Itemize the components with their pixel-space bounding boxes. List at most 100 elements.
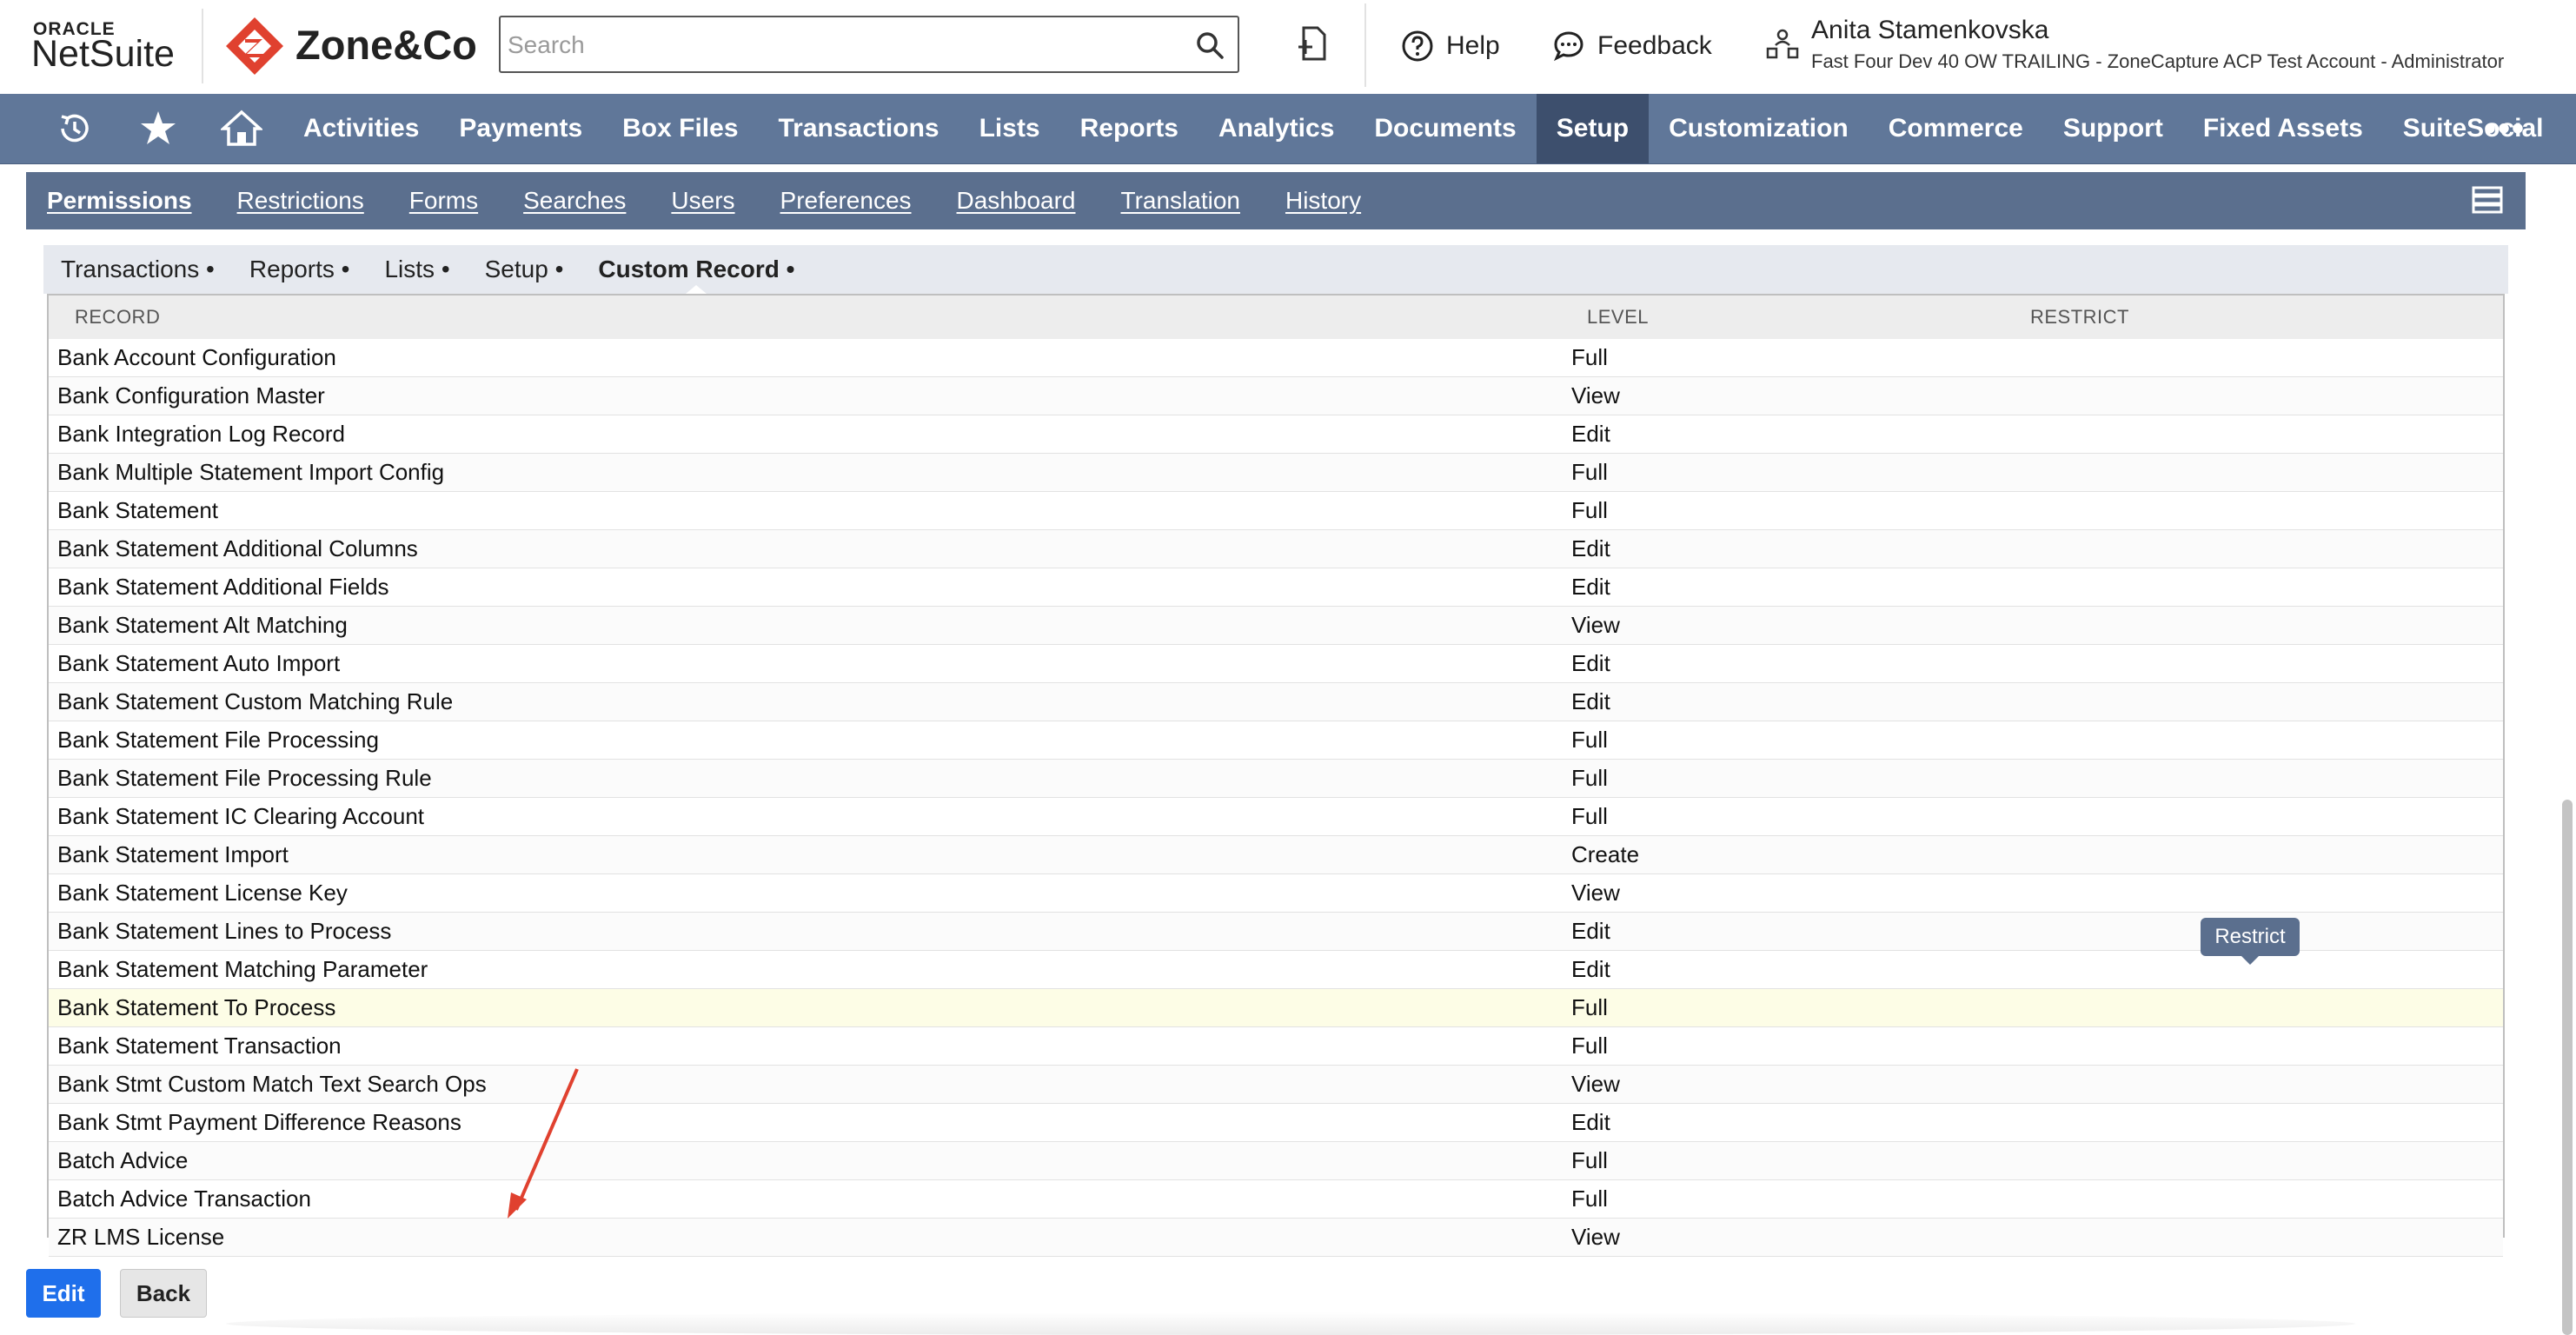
tab-reports[interactable]: Reports • [249,245,350,294]
table-row[interactable]: Bank Statement Custom Matching Rule Edit [49,683,2503,721]
nav-item-analytics[interactable]: Analytics [1198,94,1354,163]
nav-item-reports[interactable]: Reports [1060,94,1198,163]
subnav-item-history[interactable]: History [1285,172,1361,229]
permission-level-cell: Edit [1571,918,1610,944]
nav-item-activities[interactable]: Activities [283,94,439,163]
permission-level-cell: Full [1571,765,1608,791]
logo-divider [202,9,203,83]
top-header: ORACLE NetSuite Zone&Co Help Feedback [0,0,2576,94]
nav-item-fixed-assets[interactable]: Fixed Assets [2183,94,2383,163]
table-row[interactable]: Bank Statement File Processing Full [49,721,2503,760]
table-row[interactable]: Bank Statement Additional Columns Edit [49,530,2503,568]
record-name-cell: Bank Statement Auto Import [57,650,341,676]
help-link[interactable]: Help [1401,26,1500,66]
header-divider [1364,3,1366,87]
table-row[interactable]: Bank Statement Matching Parameter Edit [49,951,2503,989]
permission-level-cell: Edit [1571,956,1610,982]
create-new-record-icon[interactable] [1293,24,1333,64]
subnav-item-searches[interactable]: Searches [523,172,626,229]
table-row[interactable]: Bank Statement Full [49,492,2503,530]
home-icon[interactable] [221,108,262,149]
nav-item-documents[interactable]: Documents [1354,94,1536,163]
nav-item-customization[interactable]: Customization [1649,94,1869,163]
column-header-level[interactable]: LEVEL [1587,296,1649,339]
user-account-role[interactable]: Fast Four Dev 40 OW TRAILING - ZoneCaptu… [1811,50,2504,73]
tab-lists[interactable]: Lists • [384,245,449,294]
tab-custom-record[interactable]: Custom Record • [598,245,794,294]
table-row[interactable]: Bank Statement To Process Full [49,989,2503,1027]
subnav-item-permissions[interactable]: Permissions [47,172,192,229]
table-row[interactable]: Bank Stmt Custom Match Text Search Ops Vi… [49,1066,2503,1104]
record-name-cell: Bank Statement Transaction [57,1033,342,1059]
table-row[interactable]: ZR LMS License View [49,1219,2503,1257]
page-scrollbar[interactable] [2562,800,2573,1335]
record-name-cell: Bank Statement To Process [57,994,336,1020]
subnav-item-dashboard[interactable]: Dashboard [957,172,1076,229]
nav-item-suitesocial[interactable]: SuiteSocial [2383,94,2564,163]
record-name-cell: ZR LMS License [57,1224,225,1250]
table-row[interactable]: Bank Account Configuration Full [49,339,2503,377]
permission-level-cell: Full [1571,727,1608,753]
search-icon[interactable] [1194,30,1225,61]
subnav-item-translation[interactable]: Translation [1121,172,1240,229]
nav-item-commerce[interactable]: Commerce [1869,94,2043,163]
search-input[interactable] [506,24,1170,66]
back-button[interactable]: Back [120,1269,207,1318]
nav-item-payments[interactable]: Payments [439,94,602,163]
table-row[interactable]: Bank Statement File Processing Rule Full [49,760,2503,798]
table-row[interactable]: Bank Stmt Payment Difference Reasons Edit [49,1104,2503,1142]
permission-level-cell: Edit [1571,535,1610,561]
table-row[interactable]: Bank Statement Transaction Full [49,1027,2503,1066]
table-row[interactable]: Bank Multiple Statement Import Config Ful… [49,454,2503,492]
table-row[interactable]: Bank Statement IC Clearing Account Full [49,798,2503,836]
record-name-cell: Bank Statement [57,497,218,523]
record-name-cell: Bank Statement File Processing Rule [57,765,432,791]
edit-button[interactable]: Edit [26,1269,101,1318]
table-row[interactable]: Bank Statement Import Create [49,836,2503,874]
record-name-cell: Bank Statement Additional Fields [57,574,389,600]
table-row[interactable]: Bank Configuration Master View [49,377,2503,415]
feedback-link[interactable]: Feedback [1552,26,1712,66]
column-header-record[interactable]: RECORD [75,296,160,339]
column-header-restrict[interactable]: RESTRICT [2030,296,2129,339]
global-search[interactable] [499,16,1239,73]
list-view-icon[interactable] [2472,184,2503,216]
record-name-cell: Bank Statement Alt Matching [57,612,348,638]
tab-setup[interactable]: Setup • [485,245,564,294]
more-menu-button[interactable]: ••• [2484,111,2526,146]
sub-navigation: Permissions Restrictions Forms Searches User… [26,172,2526,229]
table-row[interactable]: Bank Statement License Key View [49,874,2503,913]
help-icon [1402,30,1433,62]
subnav-item-restrictions[interactable]: Restrictions [237,172,364,229]
user-name[interactable]: Anita Stamenkovska [1811,16,2048,45]
nav-item-lists[interactable]: Lists [959,94,1060,163]
permission-level-cell: Edit [1571,1109,1610,1135]
subnav-item-forms[interactable]: Forms [409,172,478,229]
table-row[interactable]: Bank Statement Lines to Process Edit [49,913,2503,951]
footer-shadow [226,1312,2355,1335]
nav-item-transactions[interactable]: Transactions [759,94,959,163]
user-roles-icon[interactable] [1764,26,1801,63]
tab-transactions[interactable]: Transactions • [61,245,215,294]
subnav-item-users[interactable]: Users [671,172,734,229]
table-row[interactable]: Bank Statement Auto Import Edit [49,645,2503,683]
permission-level-cell: View [1571,1071,1620,1097]
permission-level-cell: Full [1571,1033,1608,1059]
table-row[interactable]: Batch Advice Full [49,1142,2503,1180]
subnav-item-preferences[interactable]: Preferences [780,172,912,229]
favorites-star-icon[interactable] [137,108,179,149]
table-row[interactable]: Bank Statement Alt Matching View [49,607,2503,645]
recent-records-icon[interactable] [54,108,96,149]
table-row[interactable]: Batch Advice Transaction Full [49,1180,2503,1219]
record-name-cell: Bank Statement License Key [57,880,348,906]
table-row[interactable]: Bank Integration Log Record Edit [49,415,2503,454]
nav-item-setup[interactable]: Setup [1536,94,1650,163]
nav-item-support[interactable]: Support [2043,94,2183,163]
record-name-cell: Bank Statement Import [57,841,289,867]
table-row[interactable]: Bank Statement Additional Fields Edit [49,568,2503,607]
feedback-chat-icon [1554,31,1583,62]
record-name-cell: Batch Advice Transaction [57,1186,311,1212]
record-name-cell: Bank Statement Custom Matching Rule [57,688,454,714]
netsuite-logo[interactable]: NetSuite [31,33,175,76]
nav-item-box-files[interactable]: Box Files [602,94,758,163]
